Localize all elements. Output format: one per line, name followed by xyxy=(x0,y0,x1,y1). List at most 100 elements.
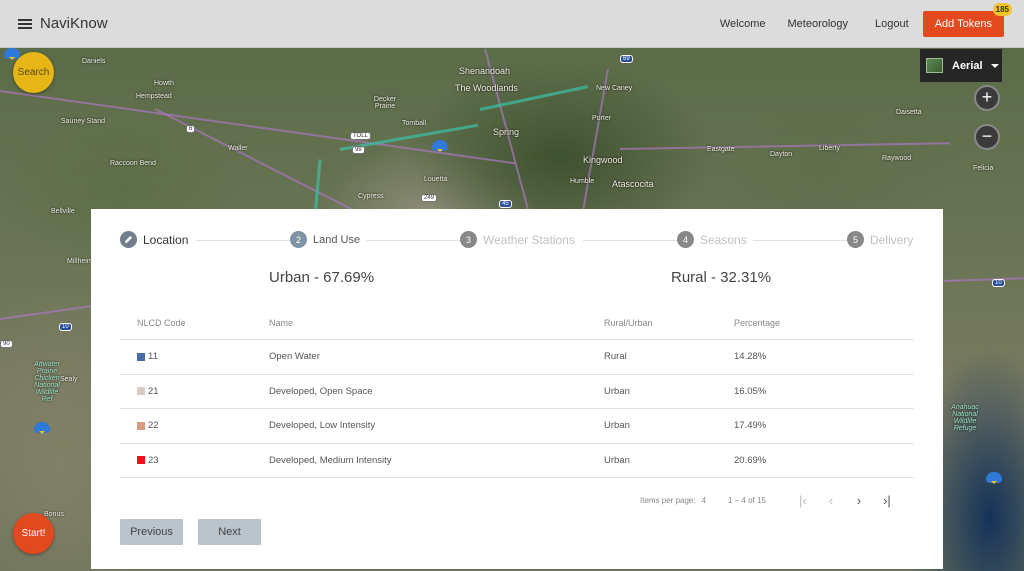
road-us90 xyxy=(619,142,950,150)
step-seasons-number: 4 xyxy=(677,231,694,248)
map-label-waller: Waller xyxy=(228,145,248,152)
land-class-type: Urban xyxy=(604,385,630,397)
nav-welcome-link[interactable]: Welcome xyxy=(720,18,766,30)
land-class-swatch xyxy=(137,421,145,430)
road-i10-east xyxy=(943,277,1024,282)
map-label-felicia: Felicia xyxy=(973,165,994,172)
land-use-wizard-card: Location 2 Land Use 3 Weather Stations 4… xyxy=(91,209,943,569)
land-class-swatch xyxy=(137,352,145,361)
weather-station-pin[interactable] xyxy=(986,472,1002,484)
map-label-porter: Porter xyxy=(592,115,612,122)
header-nlcd-code[interactable]: NLCD Code xyxy=(120,318,269,328)
land-class-percentage: 14.28% xyxy=(734,351,767,363)
weather-station-pin[interactable] xyxy=(34,422,50,434)
map-layer-selector[interactable]: Aerial xyxy=(920,49,1002,82)
weather-station-pin[interactable] xyxy=(432,140,448,152)
shield-i10-left: 10 xyxy=(59,323,72,331)
next-page-icon[interactable]: › xyxy=(852,493,866,508)
map-label-shenandoah: Shenandoah xyxy=(459,66,511,76)
nav-logout-link[interactable]: Logout xyxy=(875,18,909,30)
table-paginator: Items per page: 4 1 – 4 of 15 |‹ ‹ › ›| xyxy=(640,493,894,508)
header-percentage[interactable]: Percentage xyxy=(734,318,914,328)
token-count-badge: 185 xyxy=(992,2,1012,16)
map-label-raccoon-bend: Raccoon Bend xyxy=(110,160,156,167)
shield-i69: 69 xyxy=(620,55,633,63)
nlcd-code-cell: 23 xyxy=(120,455,269,466)
header-name[interactable]: Name xyxy=(269,318,604,328)
map-label-howth: Howth xyxy=(154,80,174,87)
land-class-type: Rural xyxy=(604,351,627,363)
table-header-row: NLCD Code Name Rural/Urban Percentage xyxy=(120,306,914,340)
app-brand[interactable]: NaviKnow xyxy=(40,15,108,32)
land-class-percentage: 16.05% xyxy=(734,385,767,397)
step-seasons-label: Seasons xyxy=(700,232,747,247)
map-label-sauney-stand: Sauney Stand xyxy=(61,118,105,125)
next-button[interactable]: Next xyxy=(198,519,261,545)
step-seasons[interactable]: 4 Seasons xyxy=(677,231,753,248)
table-row[interactable]: 23 Developed, Medium Intensity Urban 20.… xyxy=(120,444,914,478)
previous-page-icon[interactable]: ‹ xyxy=(824,493,838,508)
first-page-icon[interactable]: |‹ xyxy=(796,493,810,508)
step-delivery-number: 5 xyxy=(847,231,864,248)
map-label-liberty: Liberty xyxy=(819,145,841,152)
weather-station-pin[interactable] xyxy=(4,48,20,60)
step-connector xyxy=(196,240,290,241)
table-row[interactable]: 11 Open Water Rural 14.28% xyxy=(120,340,914,375)
hamburger-menu-icon[interactable] xyxy=(18,18,32,29)
add-tokens-label: Add Tokens xyxy=(934,17,992,30)
map-label-bellville: Bellville xyxy=(51,208,75,215)
search-button-label: Search xyxy=(17,67,50,78)
nlcd-code-cell: 21 xyxy=(120,386,269,397)
map-label-hempstead: Hempstead xyxy=(136,93,172,100)
land-use-table: NLCD Code Name Rural/Urban Percentage 11… xyxy=(120,306,914,478)
shield-i10-right: 10 xyxy=(992,279,1005,287)
land-class-type: Urban xyxy=(604,454,630,466)
step-location[interactable]: Location xyxy=(120,231,195,248)
map-label-daniels: Daniels xyxy=(82,58,106,65)
table-row[interactable]: 22 Developed, Low Intensity Urban 17.49% xyxy=(120,409,914,444)
land-class-swatch xyxy=(137,387,145,396)
shield-sh249: 249 xyxy=(421,194,438,202)
nlcd-code-value: 21 xyxy=(148,385,159,397)
shield-i45: 45 xyxy=(499,200,512,208)
map-label-louetta: Louetta xyxy=(424,176,448,183)
map-label-atascocita: Atascocita xyxy=(612,179,654,189)
search-button[interactable]: Search xyxy=(13,52,54,93)
map-label-daisetta: Daisetta xyxy=(896,109,922,116)
urban-summary: Urban - 67.69% xyxy=(269,269,375,286)
wizard-stepper: Location 2 Land Use 3 Weather Stations 4… xyxy=(120,231,920,251)
aerial-layer-icon xyxy=(926,58,943,73)
step-delivery[interactable]: 5 Delivery xyxy=(847,231,920,248)
nav-meteorology-link[interactable]: Meteorology xyxy=(788,18,849,30)
previous-button[interactable]: Previous xyxy=(120,519,183,545)
start-button[interactable]: Start! xyxy=(13,513,54,554)
land-class-name: Developed, Low Intensity xyxy=(269,420,376,432)
map-label-raywood: Raywood xyxy=(882,155,912,162)
step-connector xyxy=(366,240,460,241)
nlcd-code-value: 11 xyxy=(148,351,158,363)
last-page-icon[interactable]: ›| xyxy=(880,493,894,508)
map-label-cypress: Cypress xyxy=(358,193,384,200)
step-weather-stations[interactable]: 3 Weather Stations xyxy=(460,231,581,248)
shield-sh99: 99 xyxy=(352,146,365,154)
map-label-attwater: Attwater Prairie Chicken National Wildli… xyxy=(34,361,60,403)
zoom-in-button[interactable]: + xyxy=(974,85,1000,111)
map-label-toll: TOLL xyxy=(350,132,371,140)
step-connector xyxy=(583,240,683,241)
table-row[interactable]: 21 Developed, Open Space Urban 16.05% xyxy=(120,375,914,409)
map-label-dayton: Dayton xyxy=(770,151,793,158)
land-class-name: Developed, Medium Intensity xyxy=(269,454,392,466)
land-class-type: Urban xyxy=(604,420,630,432)
land-class-percentage: 20.69% xyxy=(734,454,767,466)
step-connector xyxy=(752,240,848,241)
zoom-out-button[interactable]: − xyxy=(974,124,1000,150)
header-rural-urban[interactable]: Rural/Urban xyxy=(604,318,734,328)
map-label-bonus: Bonus xyxy=(44,511,64,518)
add-tokens-button[interactable]: Add Tokens 185 xyxy=(922,2,1012,37)
nlcd-code-value: 23 xyxy=(148,454,159,466)
pencil-icon xyxy=(120,231,137,248)
items-per-page-select[interactable]: 4 xyxy=(702,496,706,505)
nlcd-code-value: 22 xyxy=(148,420,159,432)
map-label-eastgate: Eastgate xyxy=(707,146,735,153)
step-land-use[interactable]: 2 Land Use xyxy=(290,231,367,248)
